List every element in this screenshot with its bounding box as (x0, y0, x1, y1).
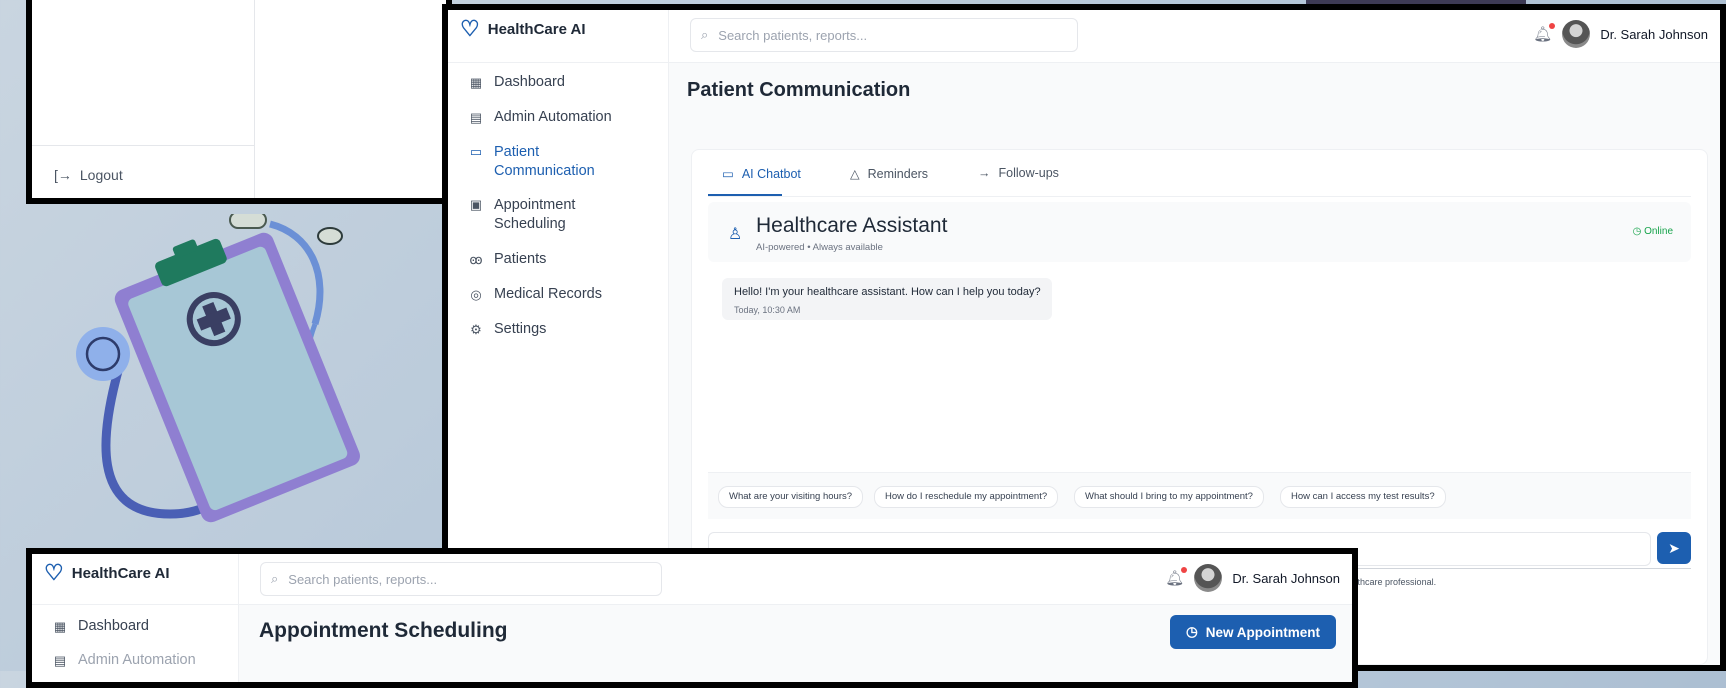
sidebar-item-label: Admin Automation (494, 109, 612, 125)
tab-follow-ups[interactable]: → Follow-ups (978, 166, 1059, 180)
avatar[interactable] (1562, 20, 1591, 48)
chat-icon: ▭ (722, 167, 734, 181)
page-title: Appointment Scheduling (259, 619, 508, 642)
new-appointment-button[interactable]: ◷ New Appointment (1169, 615, 1336, 649)
sidebar-item-label: Dashboard (494, 74, 565, 90)
sidebar-fragment: [→ Logout (32, 0, 255, 198)
calendar-icon: ▣ (469, 197, 483, 212)
sidebar-item-medical-records[interactable]: ◎ Medical Records (468, 286, 602, 303)
quick-replies: What are your visiting hours? How do I r… (708, 472, 1691, 519)
sidebar-item-settings[interactable]: ⚙ Settings (468, 321, 546, 338)
users-icon: ꙭ (469, 252, 483, 267)
message-text: Hello! I'm your healthcare assistant. Ho… (734, 286, 1041, 298)
sidebar-item-label: Patients (494, 251, 547, 267)
search-bar[interactable]: ⌕ (690, 18, 1078, 52)
assistant-subtitle: AI-powered • Always available (756, 242, 883, 253)
search-icon: ⌕ (701, 27, 709, 42)
send-button[interactable]: ➤ (1657, 532, 1691, 564)
user-name: Dr. Sarah Johnson (1600, 26, 1708, 42)
assistant-header: ♙ Healthcare Assistant AI-powered • Alwa… (708, 202, 1691, 262)
arrow-right-icon: → (978, 166, 991, 180)
clock-icon: ◷ (1632, 226, 1642, 237)
gear-icon: ⚙ (470, 322, 482, 337)
sidebar-item-label: Admin Automation (78, 652, 196, 668)
tab-label: AI Chatbot (741, 166, 801, 181)
brand-name: HealthCare AI (71, 564, 170, 582)
tab-label: Reminders (867, 166, 929, 181)
document-icon: ▤ (53, 653, 67, 668)
user-menu[interactable]: 🔔︎ Dr. Sarah Johnson (1165, 564, 1340, 592)
assistant-title: Healthcare Assistant (756, 214, 948, 237)
search-input[interactable] (716, 26, 1077, 44)
notification-dot (1549, 23, 1556, 29)
sidebar-fragment-window: [→ Logout (26, 0, 452, 204)
active-tab-indicator (708, 194, 782, 196)
grid-icon: ▦ (469, 75, 483, 90)
tab-bar: ▭ AI Chatbot △ Reminders → Follow-ups (708, 150, 1691, 197)
quick-reply-chip[interactable]: What are your visiting hours? (718, 486, 864, 508)
clock-icon: ◷ (1185, 624, 1198, 639)
page-title: Patient Communication (687, 79, 911, 101)
quick-reply-chip[interactable]: What should I bring to my appointment? (1074, 486, 1264, 508)
quick-reply-chip[interactable]: How can I access my test results? (1280, 486, 1446, 508)
sidebar-item-admin-automation[interactable]: ▤ Admin Automation (468, 109, 612, 126)
stethoscope-icon: ♡ (460, 16, 480, 41)
bell-icon: △ (850, 167, 860, 181)
notification-bell-icon[interactable]: 🔔︎ (1165, 567, 1188, 587)
document-icon: ▤ (469, 110, 483, 125)
chat-icon: ▭ (469, 144, 483, 159)
clipboard-stethoscope-illustration (76, 214, 360, 523)
records-icon: ◎ (470, 287, 482, 302)
quick-reply-chip[interactable]: How do I reschedule my appointment? (874, 486, 1059, 508)
message-time: Today, 10:30 AM (734, 305, 801, 315)
top-bar: ♡ HealthCare AI ⌕ 🔔︎ Dr. Sarah Johnson (32, 554, 1352, 605)
sidebar-item-label: Settings (494, 321, 547, 337)
notification-bell-icon[interactable]: 🔔︎ (1533, 23, 1556, 43)
sidebar-item-admin-automation[interactable]: ▤ Admin Automation (52, 652, 196, 669)
appointment-scheduling-window: ♡ HealthCare AI ⌕ 🔔︎ Dr. Sarah Johnson ▦… (26, 548, 1358, 688)
bot-icon: ♙ (728, 226, 743, 243)
sidebar-item-label: Appointment Scheduling (494, 197, 576, 232)
brand-logo[interactable]: ♡ HealthCare AI (460, 18, 586, 40)
sidebar-item-patient-communication[interactable]: ▭ Patient Communication (468, 143, 595, 181)
logout-label: Logout (79, 167, 123, 183)
sidebar-item-dashboard[interactable]: ▦ Dashboard (468, 74, 565, 91)
sidebar-item-patients[interactable]: ꙭ Patients (468, 251, 546, 268)
avatar[interactable] (1194, 564, 1223, 592)
search-icon: ⌕ (271, 571, 279, 586)
logout-button[interactable]: [→ Logout (54, 167, 123, 183)
brand-logo[interactable]: ♡ HealthCare AI (44, 562, 170, 584)
main-content: Appointment Scheduling ◷ New Appointment (239, 605, 1352, 682)
status-badge: ◷ Online (1633, 226, 1673, 237)
sidebar: ▦ Dashboard ▤ Admin Automation (32, 604, 238, 682)
search-bar[interactable]: ⌕ (260, 562, 662, 596)
user-name: Dr. Sarah Johnson (1232, 570, 1340, 586)
sidebar-item-label: Dashboard (78, 618, 149, 634)
tab-ai-chatbot[interactable]: ▭ AI Chatbot (722, 166, 801, 182)
brand-name: HealthCare AI (487, 20, 586, 38)
search-input[interactable] (286, 570, 661, 588)
sidebar-item-appointment-scheduling[interactable]: ▣ Appointment Scheduling (468, 196, 576, 234)
notification-dot (1181, 567, 1188, 573)
assistant-message: Hello! I'm your healthcare assistant. Ho… (722, 278, 1052, 320)
grid-icon: ▦ (53, 619, 67, 634)
top-bar: ♡ HealthCare AI ⌕ 🔔︎ Dr. Sarah Johnson (448, 10, 1720, 63)
tab-reminders[interactable]: △ Reminders (850, 166, 929, 182)
send-icon: ➤ (1668, 539, 1680, 556)
sidebar-divider (668, 10, 669, 62)
sidebar-item-dashboard[interactable]: ▦ Dashboard (52, 618, 149, 635)
status-label: Online (1644, 226, 1673, 237)
new-appointment-label: New Appointment (1205, 624, 1320, 640)
user-menu[interactable]: 🔔︎ Dr. Sarah Johnson (1533, 20, 1708, 48)
logout-icon: [→ (54, 167, 72, 183)
tab-label: Follow-ups (998, 166, 1059, 180)
sidebar-divider (32, 145, 254, 146)
stethoscope-icon: ♡ (44, 560, 64, 585)
sidebar-item-label: Medical Records (494, 286, 602, 302)
sidebar-item-label: Patient Communication (494, 144, 595, 179)
